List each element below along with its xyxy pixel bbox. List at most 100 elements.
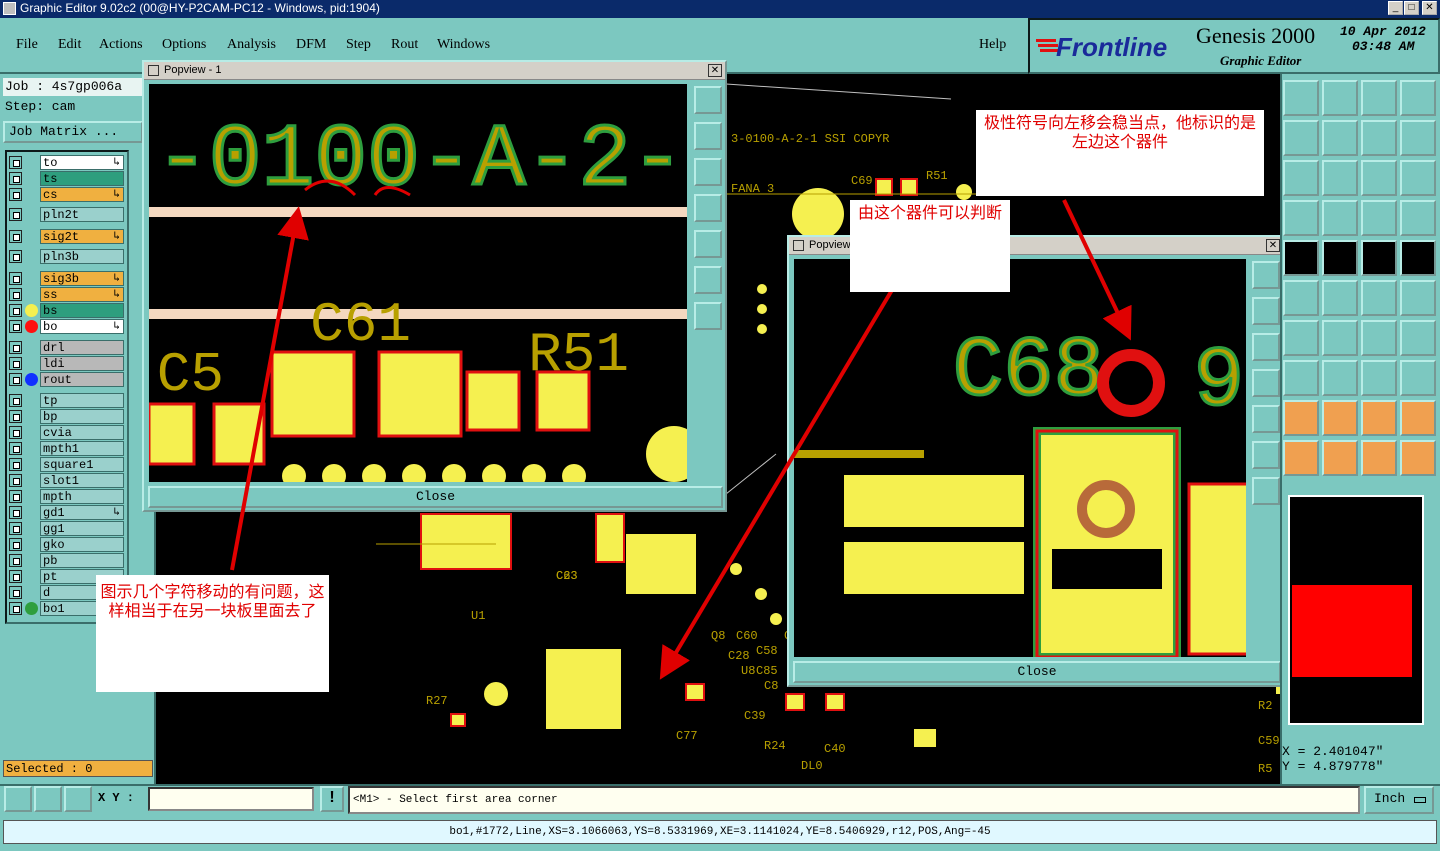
layer-checkbox[interactable] bbox=[9, 208, 22, 221]
layer-name[interactable]: ss ↳ bbox=[40, 287, 124, 302]
layer-checkbox[interactable] bbox=[9, 320, 22, 333]
layer-checkbox[interactable] bbox=[9, 357, 22, 370]
popview-1-close-button[interactable]: Close bbox=[148, 486, 723, 508]
layer-name[interactable]: rout bbox=[40, 372, 124, 387]
units-dropdown[interactable]: Inch bbox=[1364, 786, 1434, 814]
layer-name[interactable]: to ↳ bbox=[40, 155, 124, 170]
layer-checkbox[interactable] bbox=[9, 410, 22, 423]
zoom-1to1-icon[interactable] bbox=[1322, 160, 1358, 196]
popview-1-pan-down-icon[interactable] bbox=[694, 158, 722, 186]
layer-name[interactable]: sig2t ↳ bbox=[40, 229, 124, 244]
close-window-button[interactable]: ✕ bbox=[1422, 1, 1437, 15]
layer-name[interactable]: cvia bbox=[40, 425, 124, 440]
layer-row-square1[interactable]: square1 bbox=[8, 457, 124, 472]
layer-checkbox[interactable] bbox=[9, 230, 22, 243]
pan-left-icon[interactable] bbox=[1283, 120, 1319, 156]
cursor-box-icon[interactable] bbox=[1322, 440, 1358, 476]
layer-checkbox[interactable] bbox=[9, 554, 22, 567]
zoom-area-icon[interactable] bbox=[4, 786, 32, 812]
tri-a-icon[interactable] bbox=[1283, 400, 1319, 436]
xy-input[interactable] bbox=[148, 787, 314, 811]
layer-name[interactable]: gg1 bbox=[40, 521, 124, 536]
grid-toggle-icon[interactable] bbox=[1322, 200, 1358, 236]
layer-name[interactable]: bo ↳ bbox=[40, 319, 124, 334]
popview-1-close-icon[interactable]: ✕ bbox=[708, 64, 722, 77]
menu-rout[interactable]: Rout bbox=[391, 37, 418, 53]
snap-active-icon[interactable] bbox=[1400, 200, 1436, 236]
help-query-icon[interactable] bbox=[1361, 160, 1397, 196]
layer-row-to[interactable]: to ↳ bbox=[8, 155, 124, 170]
menu-analysis[interactable]: Analysis bbox=[227, 37, 276, 53]
popview-1-pan-up-icon[interactable] bbox=[694, 122, 722, 150]
cursor-select-icon[interactable] bbox=[1283, 440, 1319, 476]
overview-map[interactable] bbox=[1288, 495, 1424, 725]
array-icon[interactable] bbox=[1361, 360, 1397, 396]
layer-row-cs[interactable]: cs ↳ bbox=[8, 187, 124, 202]
layer-row-sig2t[interactable]: sig2t ↳ bbox=[8, 229, 124, 244]
menu-step[interactable]: Step bbox=[346, 37, 371, 53]
line-icon[interactable] bbox=[1322, 240, 1358, 276]
layer-checkbox[interactable] bbox=[9, 506, 22, 519]
job-matrix-button[interactable]: Job Matrix ... bbox=[3, 121, 143, 143]
layer-row-cvia[interactable]: cvia bbox=[8, 425, 124, 440]
popview-1-canvas[interactable]: -0100-A-2- C61 R51 C5 bbox=[149, 84, 687, 482]
layer-row-bo[interactable]: bo ↳ bbox=[8, 319, 124, 334]
popview-1-zoom-in-icon[interactable] bbox=[694, 266, 722, 294]
layer-row-mpth1[interactable]: mpth1 bbox=[8, 441, 124, 456]
popview-2-zoom-in-icon[interactable] bbox=[1252, 441, 1280, 469]
layer-row-drl[interactable]: drl bbox=[8, 340, 124, 355]
window-icon[interactable] bbox=[1400, 80, 1436, 116]
shape-icon[interactable] bbox=[1283, 360, 1319, 396]
pan-up-icon[interactable] bbox=[1283, 80, 1319, 116]
pan-down-icon[interactable] bbox=[1322, 80, 1358, 116]
menu-file[interactable]: File bbox=[16, 37, 38, 53]
menu-dfm[interactable]: DFM bbox=[296, 37, 326, 53]
zoom-fit-icon[interactable] bbox=[1400, 120, 1436, 156]
layer-checkbox[interactable] bbox=[9, 570, 22, 583]
layer-row-sig3b[interactable]: sig3b ↳ bbox=[8, 271, 124, 286]
dot-pattern-icon[interactable] bbox=[1400, 240, 1436, 276]
layer-row-gd1[interactable]: gd1 ↳ bbox=[8, 505, 124, 520]
popview-2-close-button[interactable]: Close bbox=[793, 661, 1281, 683]
layer-row-bs[interactable]: bs bbox=[8, 303, 124, 318]
grid-icon[interactable] bbox=[64, 786, 92, 812]
layer-checkbox[interactable] bbox=[9, 538, 22, 551]
popview-2-pan-down-icon[interactable] bbox=[1252, 333, 1280, 361]
pan-right-icon[interactable] bbox=[1322, 120, 1358, 156]
home-icon[interactable] bbox=[1361, 80, 1397, 116]
layer-checkbox[interactable] bbox=[9, 373, 22, 386]
cross-icon[interactable] bbox=[1322, 280, 1358, 316]
layer-checkbox[interactable] bbox=[9, 586, 22, 599]
layer-row-bp[interactable]: bp bbox=[8, 409, 124, 424]
layer-row-pln3b[interactable]: pln3b bbox=[8, 249, 124, 264]
layer-checkbox[interactable] bbox=[9, 172, 22, 185]
popview-2-fit-icon[interactable] bbox=[1252, 261, 1280, 289]
maximize-button[interactable]: □ bbox=[1404, 1, 1419, 15]
layer-checkbox[interactable] bbox=[9, 458, 22, 471]
layer-row-ss[interactable]: ss ↳ bbox=[8, 287, 124, 302]
layer-checkbox[interactable] bbox=[9, 304, 22, 317]
alert-icon[interactable]: ! bbox=[320, 786, 344, 812]
layer-name[interactable]: bs bbox=[40, 303, 124, 318]
layer-name[interactable]: square1 bbox=[40, 457, 124, 472]
popview-1-fit-icon[interactable] bbox=[694, 86, 722, 114]
layer-name[interactable]: gko bbox=[40, 537, 124, 552]
pad-icon[interactable] bbox=[1283, 240, 1319, 276]
layer-row-ts[interactable]: ts bbox=[8, 171, 124, 186]
layer-name[interactable]: pln3b bbox=[40, 249, 124, 264]
layer-row-slot1[interactable]: slot1 bbox=[8, 473, 124, 488]
layer-name[interactable]: ldi bbox=[40, 356, 124, 371]
layer-name[interactable]: pb bbox=[40, 553, 124, 568]
measure-icon[interactable] bbox=[34, 786, 62, 812]
tools-icon[interactable] bbox=[1400, 160, 1436, 196]
layer-row-rout[interactable]: rout bbox=[8, 372, 124, 387]
popview-1-pan-left-icon[interactable] bbox=[694, 194, 722, 222]
layer-name[interactable]: gd1 ↳ bbox=[40, 505, 124, 520]
layer-checkbox[interactable] bbox=[9, 602, 22, 615]
tri-c-icon[interactable] bbox=[1361, 400, 1397, 436]
layer-row-mpth[interactable]: mpth bbox=[8, 489, 124, 504]
popview-2-pan-right-icon[interactable] bbox=[1252, 405, 1280, 433]
popview-2-pan-left-icon[interactable] bbox=[1252, 369, 1280, 397]
layer-checkbox[interactable] bbox=[9, 522, 22, 535]
layer-checkbox[interactable] bbox=[9, 490, 22, 503]
